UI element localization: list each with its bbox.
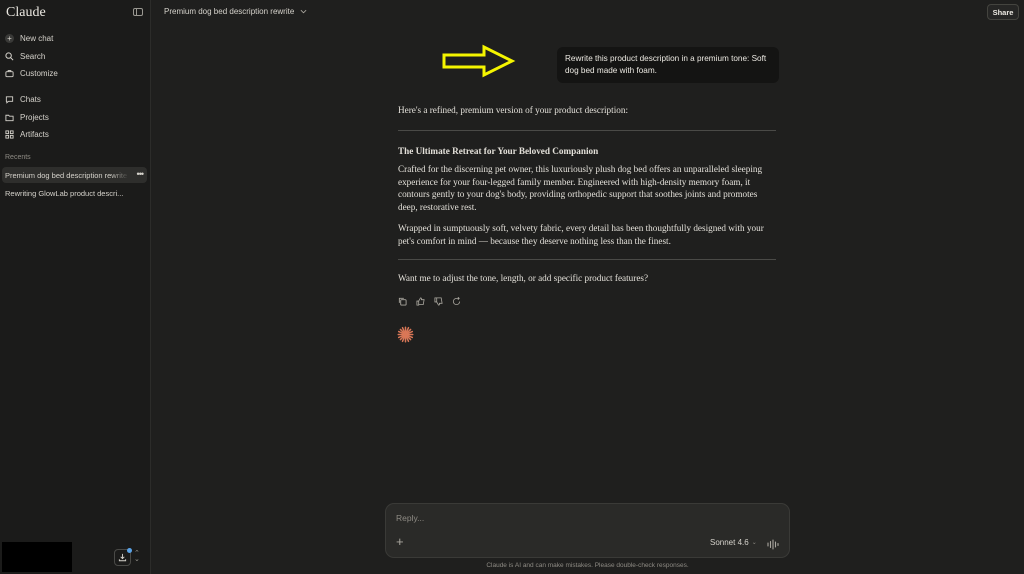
user-message: Rewrite this product description in a pr… (557, 47, 779, 83)
projects-label: Projects (20, 112, 49, 122)
new-chat-button[interactable]: + New chat (5, 31, 53, 45)
chat-bubble-icon (5, 95, 14, 104)
sidebar-toggle-icon[interactable] (133, 8, 143, 16)
search-button[interactable]: Search (5, 49, 45, 63)
recent-chat-title: Premium dog bed description rewrite (5, 170, 128, 180)
thumbs-down-icon[interactable] (433, 296, 443, 306)
assistant-heading: The Ultimate Retreat for Your Beloved Co… (398, 146, 599, 156)
sidebar: Claude + New chat Search Customize Chats… (0, 0, 151, 574)
assistant-intro: Here's a refined, premium version of you… (398, 105, 628, 115)
folder-icon (5, 113, 14, 122)
model-selector[interactable]: Sonnet 4.6 ⌄ (710, 538, 757, 547)
chat-title: Premium dog bed description rewrite (164, 7, 295, 16)
share-button[interactable]: Share (987, 4, 1019, 20)
new-chat-label: New chat (20, 33, 54, 43)
brand-logo[interactable]: Claude (6, 5, 46, 21)
search-label: Search (20, 51, 46, 61)
add-attachment-button[interactable]: + (396, 535, 404, 548)
divider (398, 130, 776, 131)
recent-chat-title: Rewriting GlowLab product descri... (5, 188, 124, 198)
recents-heading: Recents (5, 154, 31, 161)
reply-input[interactable] (396, 513, 776, 523)
download-icon (118, 549, 127, 567)
artifacts-label: Artifacts (20, 129, 49, 139)
message-composer: + Sonnet 4.6 ⌄ (385, 503, 790, 558)
copy-icon[interactable] (397, 296, 407, 306)
assistant-question: Want me to adjust the tone, length, or a… (398, 273, 649, 283)
customize-button[interactable]: Customize (5, 66, 58, 80)
projects-button[interactable]: Projects (5, 110, 49, 124)
chat-title-dropdown[interactable]: Premium dog bed description rewrite (164, 7, 307, 16)
account-menu-chevron-icon[interactable]: ⌃ ⌄ (134, 550, 140, 563)
recent-chat-item[interactable]: Premium dog bed description rewrite ••• (2, 167, 147, 183)
thumbs-up-icon[interactable] (415, 296, 425, 306)
assistant-paragraph: Wrapped in sumptuously soft, velvety fab… (398, 223, 764, 246)
more-options-icon[interactable]: ••• (137, 169, 145, 179)
notification-dot (127, 548, 132, 553)
search-icon (5, 51, 14, 61)
assistant-paragraph: Crafted for the discerning pet owner, th… (398, 164, 763, 212)
chevron-down-icon (300, 7, 307, 16)
retry-icon[interactable] (451, 296, 461, 306)
annotation-arrow-icon (442, 44, 516, 78)
model-name: Sonnet 4.6 (710, 538, 749, 547)
chats-label: Chats (20, 94, 41, 104)
message-actions (397, 296, 461, 306)
voice-mode-icon[interactable] (767, 537, 780, 555)
artifacts-button[interactable]: Artifacts (5, 127, 49, 141)
user-profile-redacted[interactable] (2, 542, 72, 572)
disclaimer: Claude is AI and can make mistakes. Plea… (486, 562, 689, 569)
download-app-button[interactable] (114, 548, 132, 567)
recent-chat-item[interactable]: Rewriting GlowLab product descri... (2, 185, 147, 201)
grid-icon (5, 129, 14, 139)
claude-spark-icon (397, 326, 414, 343)
chevron-down-icon: ⌄ (751, 540, 757, 546)
plus-circle-icon: + (5, 33, 14, 43)
divider (398, 259, 776, 260)
customize-label: Customize (20, 68, 58, 78)
chats-button[interactable]: Chats (5, 92, 41, 106)
briefcase-icon (5, 69, 14, 78)
